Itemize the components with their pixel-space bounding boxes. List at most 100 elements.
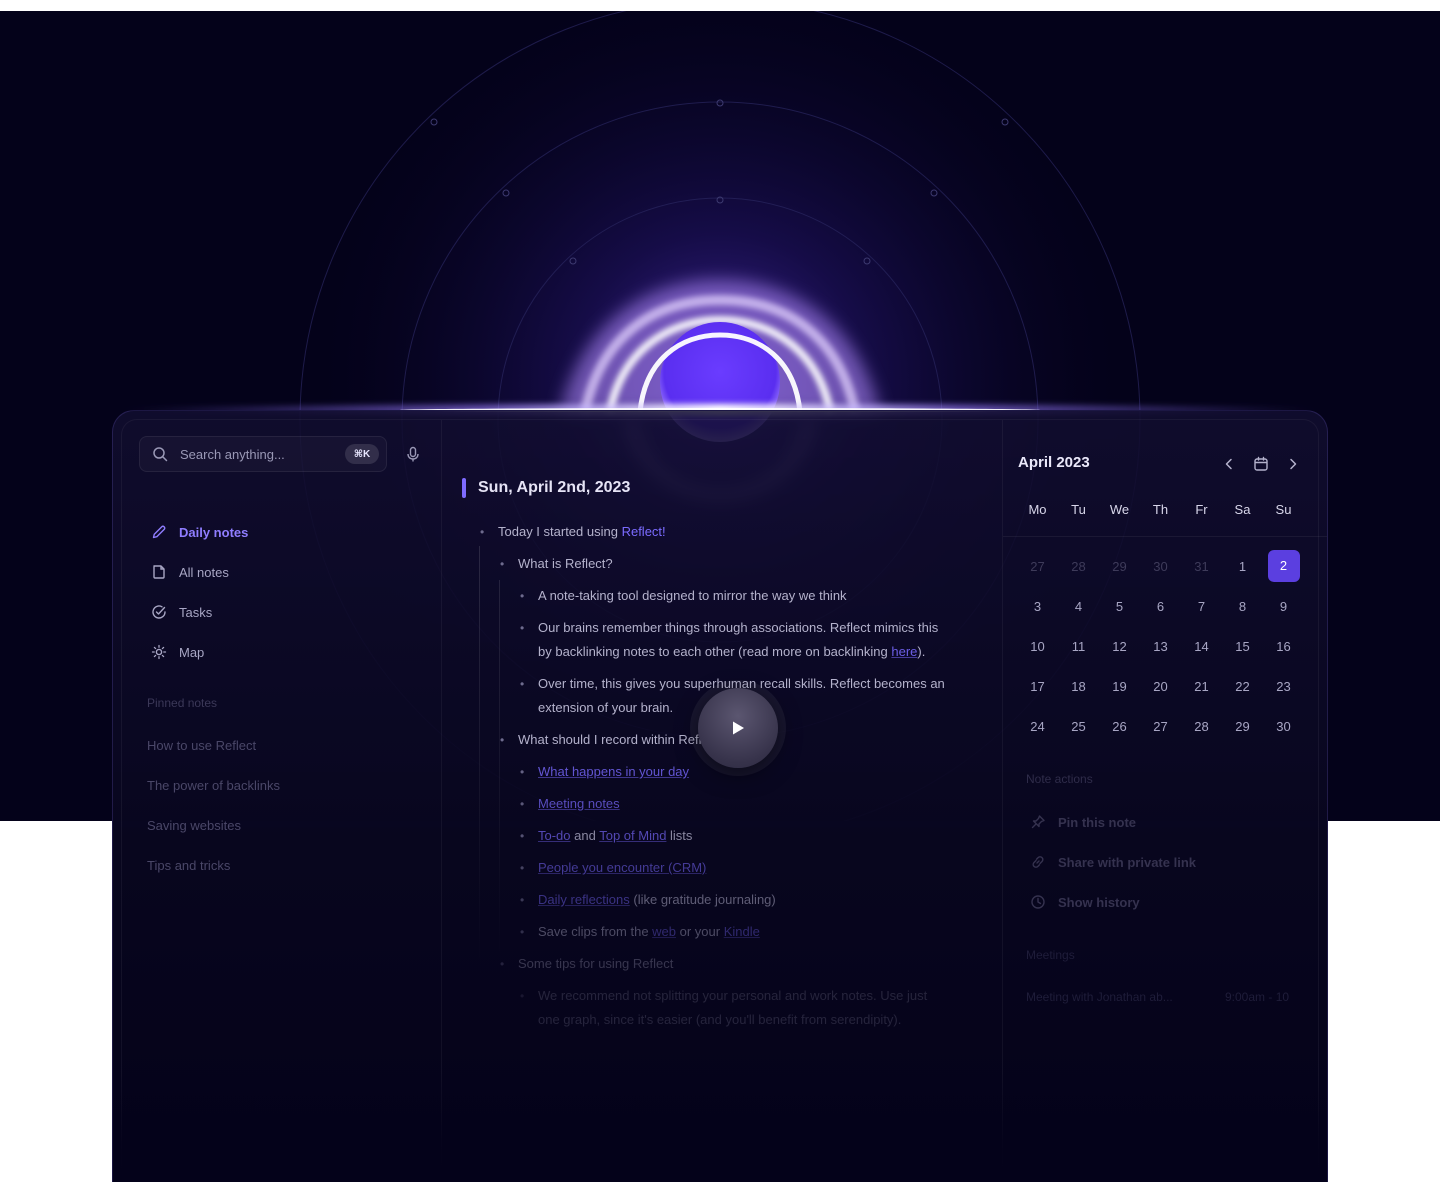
calendar-day[interactable]: 19 — [1099, 679, 1140, 694]
calendar-day[interactable]: 27 — [1140, 719, 1181, 734]
note-link[interactable]: Kindle — [724, 924, 760, 939]
sidebar-item-map[interactable]: Map — [147, 632, 417, 672]
calendar-day[interactable]: 11 — [1058, 639, 1099, 654]
note-action-label: Share with private link — [1058, 854, 1196, 870]
weekday-label: We — [1109, 502, 1130, 517]
calendar-day[interactable]: 26 — [1099, 719, 1140, 734]
calendar-day[interactable]: 24 — [1017, 719, 1058, 734]
note-link[interactable]: Meeting notes — [538, 796, 620, 811]
note-link[interactable]: Reflect! — [622, 524, 666, 539]
calendar-day[interactable]: 4 — [1058, 599, 1099, 614]
pin-note-button[interactable]: Pin this note — [1030, 802, 1196, 842]
calendar-day[interactable]: 25 — [1058, 719, 1099, 734]
weekday-label: Mo — [1028, 502, 1047, 517]
sidebar-item-label: Map — [179, 644, 205, 660]
list-item: To-do and Top of Mind lists — [520, 824, 692, 848]
note-editor[interactable]: Sun, April 2nd, 2023 Today I started usi… — [442, 420, 1002, 1182]
list-item: Meeting notes — [520, 792, 620, 816]
calendar-day[interactable]: 18 — [1058, 679, 1099, 694]
note-link[interactable]: Daily reflections — [538, 892, 630, 907]
pinned-note-item[interactable]: Tips and tricks — [147, 846, 280, 886]
weekday-label: Tu — [1071, 502, 1086, 517]
calendar-day[interactable]: 1 — [1222, 559, 1263, 574]
search-input[interactable]: Search anything... — [180, 447, 345, 462]
calendar-day[interactable]: 17 — [1017, 679, 1058, 694]
list-item: Our brains remember things through assoc… — [520, 616, 939, 664]
note-link[interactable]: People you encounter (CRM) — [538, 860, 706, 875]
pin-icon — [1031, 815, 1045, 829]
calendar-day[interactable]: 6 — [1140, 599, 1181, 614]
calendar-day[interactable]: 12 — [1099, 639, 1140, 654]
meetings-heading: Meetings — [1026, 948, 1075, 962]
bullet-text: by backlinking notes to each other (read… — [538, 644, 892, 659]
bullet-text: one graph, since it's easier (and you'll… — [538, 1012, 902, 1027]
note-link[interactable]: To-do — [538, 828, 571, 843]
sidebar-item-all-notes[interactable]: All notes — [147, 552, 417, 592]
chevron-right-icon[interactable] — [1285, 456, 1301, 472]
calendar-day[interactable]: 23 — [1263, 679, 1304, 694]
calendar-day[interactable]: 22 — [1222, 679, 1263, 694]
list-item: Today I started using Reflect! — [480, 520, 666, 544]
calendar-day-selected[interactable]: 2 — [1263, 550, 1304, 582]
bottom-fade-overlay — [113, 1071, 1327, 1182]
calendar-day[interactable]: 3 — [1017, 599, 1058, 614]
note-actions-list: Pin this note Share with private link Sh… — [1030, 802, 1196, 922]
sidebar-nav: Daily notes All notes Tasks Map — [147, 512, 417, 672]
search-box[interactable]: Search anything... ⌘K — [139, 436, 387, 472]
list-item: We recommend not splitting your personal… — [520, 984, 928, 1032]
sidebar: Search anything... ⌘K Daily notes All no… — [122, 420, 442, 1182]
show-history-button[interactable]: Show history — [1030, 882, 1196, 922]
calendar-day[interactable]: 30 — [1263, 719, 1304, 734]
calendar-icon[interactable] — [1253, 456, 1269, 472]
calendar-day[interactable]: 29 — [1099, 559, 1140, 574]
app-window: Search anything... ⌘K Daily notes All no… — [112, 410, 1328, 1182]
list-item: Some tips for using Reflect — [500, 952, 673, 976]
pinned-note-item[interactable]: Saving websites — [147, 806, 280, 846]
play-button-disc — [698, 688, 778, 768]
play-video-button[interactable] — [690, 680, 786, 776]
app-inner-frame: Search anything... ⌘K Daily notes All no… — [121, 419, 1327, 1182]
calendar-day[interactable]: 27 — [1017, 559, 1058, 574]
meeting-title[interactable]: Meeting with Jonathan ab... — [1026, 990, 1173, 1004]
share-link-button[interactable]: Share with private link — [1030, 842, 1196, 882]
outline-thread-line — [499, 580, 500, 960]
calendar-day[interactable]: 16 — [1263, 639, 1304, 654]
calendar-day[interactable]: 29 — [1222, 719, 1263, 734]
note-link[interactable]: here — [891, 644, 917, 659]
note-action-label: Show history — [1058, 894, 1140, 910]
list-item: Daily reflections (like gratitude journa… — [520, 888, 776, 912]
note-link[interactable]: web — [652, 924, 676, 939]
calendar-week-row: 10 11 12 13 14 15 16 — [1017, 626, 1304, 666]
bullet-text: Our brains remember things through assoc… — [538, 620, 939, 635]
calendar-day[interactable]: 14 — [1181, 639, 1222, 654]
calendar-day[interactable]: 8 — [1222, 599, 1263, 614]
note-link[interactable]: What happens in your day — [538, 764, 689, 779]
chevron-left-icon[interactable] — [1221, 456, 1237, 472]
microphone-icon[interactable] — [405, 446, 421, 462]
calendar-day[interactable]: 31 — [1181, 559, 1222, 574]
calendar-weekday-header: Mo Tu We Th Fr Sa Su — [1017, 502, 1304, 517]
bullet-text: Save clips from the — [538, 924, 653, 939]
calendar-day[interactable]: 28 — [1058, 559, 1099, 574]
calendar-day[interactable]: 28 — [1181, 719, 1222, 734]
title-accent-bar — [462, 478, 466, 498]
bullet-text: We recommend not splitting your personal… — [538, 988, 928, 1003]
pinned-note-item[interactable]: How to use Reflect — [147, 726, 280, 766]
calendar-day[interactable]: 30 — [1140, 559, 1181, 574]
calendar-day[interactable]: 10 — [1017, 639, 1058, 654]
sidebar-item-daily-notes[interactable]: Daily notes — [147, 512, 417, 552]
calendar-day[interactable]: 20 — [1140, 679, 1181, 694]
selected-day-label: 2 — [1267, 550, 1300, 582]
calendar-day[interactable]: 13 — [1140, 639, 1181, 654]
note-title: Sun, April 2nd, 2023 — [478, 479, 631, 496]
calendar-day[interactable]: 7 — [1181, 599, 1222, 614]
sidebar-item-tasks[interactable]: Tasks — [147, 592, 417, 632]
calendar-day[interactable]: 21 — [1181, 679, 1222, 694]
pinned-note-item[interactable]: The power of backlinks — [147, 766, 280, 806]
calendar-day[interactable]: 15 — [1222, 639, 1263, 654]
note-action-label: Pin this note — [1058, 814, 1136, 830]
note-link[interactable]: Top of Mind — [599, 828, 666, 843]
search-shortcut-badge: ⌘K — [345, 444, 379, 464]
calendar-day[interactable]: 9 — [1263, 599, 1304, 614]
calendar-day[interactable]: 5 — [1099, 599, 1140, 614]
